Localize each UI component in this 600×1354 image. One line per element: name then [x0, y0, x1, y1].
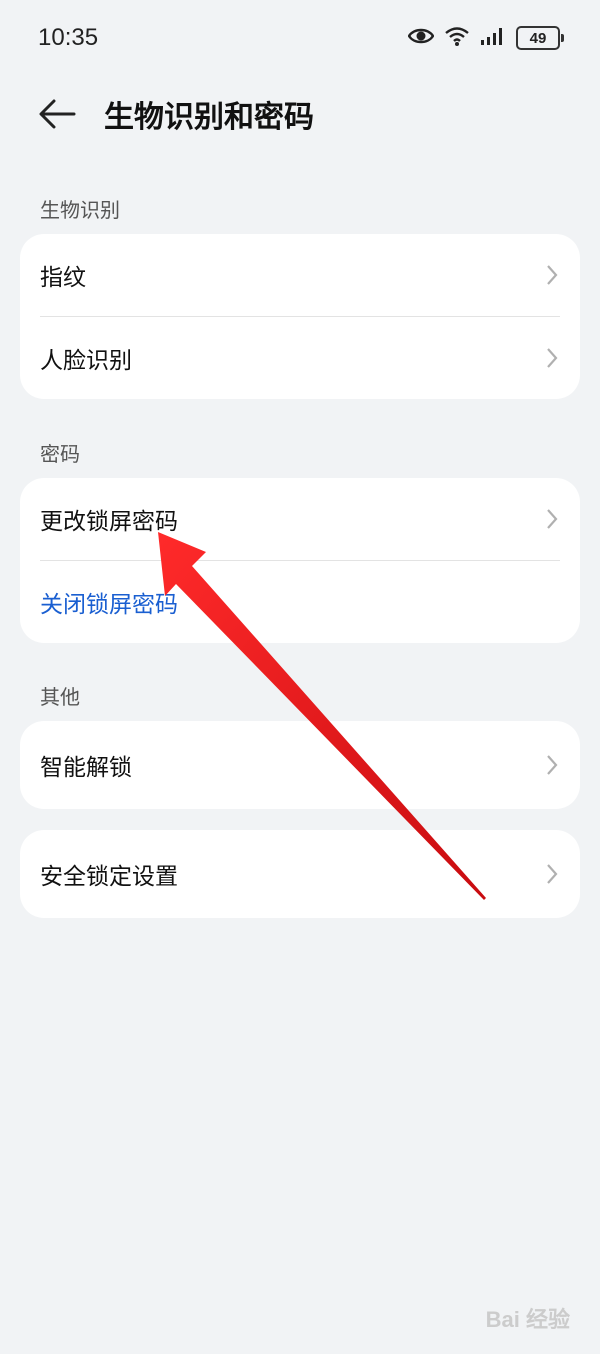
- wifi-icon: [444, 25, 470, 51]
- security-lockdown-item[interactable]: 安全锁定设置: [20, 830, 580, 918]
- face-recognition-item[interactable]: 人脸识别: [20, 317, 580, 399]
- watermark-logo: Bai 经验: [485, 1307, 570, 1332]
- battery-icon: 49: [516, 26, 564, 50]
- fingerprint-label: 指纹: [40, 265, 86, 291]
- title-bar: 生物识别和密码: [0, 80, 600, 150]
- card-password: 更改锁屏密码 关闭锁屏密码: [20, 478, 580, 643]
- status-bar: 10:35 49: [0, 0, 600, 76]
- smart-unlock-item[interactable]: 智能解锁: [20, 721, 580, 809]
- page-title: 生物识别和密码: [104, 100, 314, 135]
- card-other: 智能解锁: [20, 721, 580, 809]
- chevron-right-icon: [544, 507, 560, 531]
- section-label-other: 其他: [40, 685, 80, 709]
- card-biometrics: 指纹 人脸识别: [20, 234, 580, 399]
- section-label-password: 密码: [40, 442, 80, 466]
- status-icons: 49: [407, 24, 564, 52]
- change-lock-password-label: 更改锁屏密码: [40, 509, 178, 535]
- status-time: 10:35: [38, 24, 99, 51]
- disable-lock-password-label: 关闭锁屏密码: [40, 592, 178, 618]
- face-recognition-label: 人脸识别: [40, 348, 132, 374]
- disable-lock-password-item[interactable]: 关闭锁屏密码: [20, 561, 580, 643]
- chevron-right-icon: [544, 753, 560, 777]
- chevron-right-icon: [544, 346, 560, 370]
- chevron-right-icon: [544, 862, 560, 886]
- section-label-biometrics: 生物识别: [40, 198, 120, 222]
- eye-icon: [407, 26, 435, 50]
- security-lockdown-label: 安全锁定设置: [40, 864, 178, 890]
- fingerprint-item[interactable]: 指纹: [20, 234, 580, 316]
- smart-unlock-label: 智能解锁: [40, 755, 132, 781]
- back-arrow-icon[interactable]: [36, 92, 80, 136]
- signal-icon: [480, 26, 506, 50]
- card-security-lockdown: 安全锁定设置: [20, 830, 580, 918]
- chevron-right-icon: [544, 263, 560, 287]
- change-lock-password-item[interactable]: 更改锁屏密码: [20, 478, 580, 560]
